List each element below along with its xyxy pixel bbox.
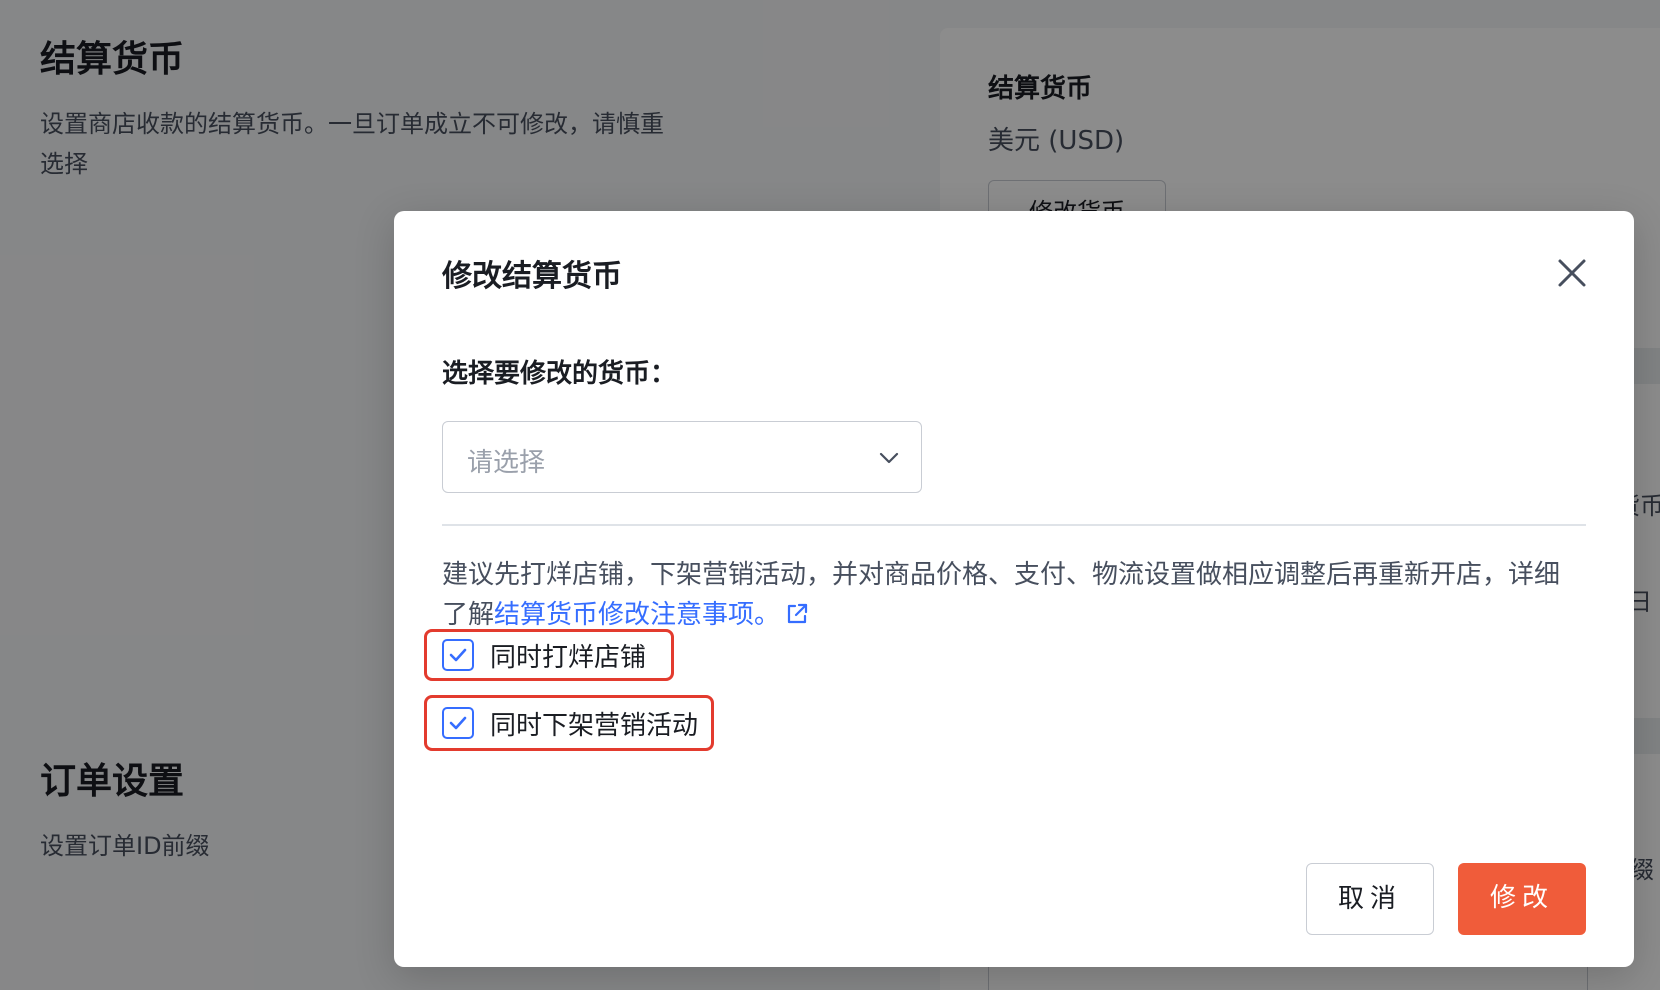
notice-link[interactable]: 结算货币修改注意事项。 bbox=[494, 600, 810, 630]
chevron-down-icon bbox=[879, 452, 899, 464]
currency-select[interactable]: 请选择 bbox=[442, 421, 922, 493]
remove-promotions-checkbox[interactable] bbox=[442, 707, 474, 739]
change-notice: 建议先打烊店铺，下架营销活动，并对商品价格、支付、物流设置做相应调整后再重新开店… bbox=[442, 555, 1582, 635]
cancel-button[interactable]: 取消 bbox=[1306, 863, 1434, 935]
checkmark-icon bbox=[449, 716, 467, 730]
dialog-divider bbox=[442, 524, 1586, 526]
store-settings-page: 结算货币 设置商店收款的结算货币。一旦订单成立不可修改，请慎重 选择 订单设置 … bbox=[0, 0, 1660, 990]
checkmark-icon bbox=[449, 648, 467, 662]
select-placeholder: 请选择 bbox=[467, 448, 546, 478]
confirm-button[interactable]: 修改 bbox=[1458, 863, 1586, 935]
close-icon[interactable] bbox=[1548, 249, 1596, 297]
change-currency-dialog: 修改结算货币 选择要修改的货币： 请选择 建议先打烊店铺，下架营销活动，并对商品… bbox=[394, 211, 1634, 967]
external-link-icon bbox=[787, 603, 808, 624]
notice-link-text: 结算货币修改注意事项。 bbox=[494, 600, 781, 630]
close-store-checkbox-row[interactable]: 同时打烊店铺 bbox=[424, 627, 646, 683]
remove-promotions-checkbox-row[interactable]: 同时下架营销活动 bbox=[424, 695, 698, 751]
close-store-label: 同时打烊店铺 bbox=[490, 642, 647, 673]
dialog-title: 修改结算货币 bbox=[442, 259, 622, 294]
close-store-checkbox[interactable] bbox=[442, 639, 474, 671]
remove-promotions-label: 同时下架营销活动 bbox=[490, 710, 699, 741]
currency-select-label: 选择要修改的货币： bbox=[442, 359, 677, 389]
